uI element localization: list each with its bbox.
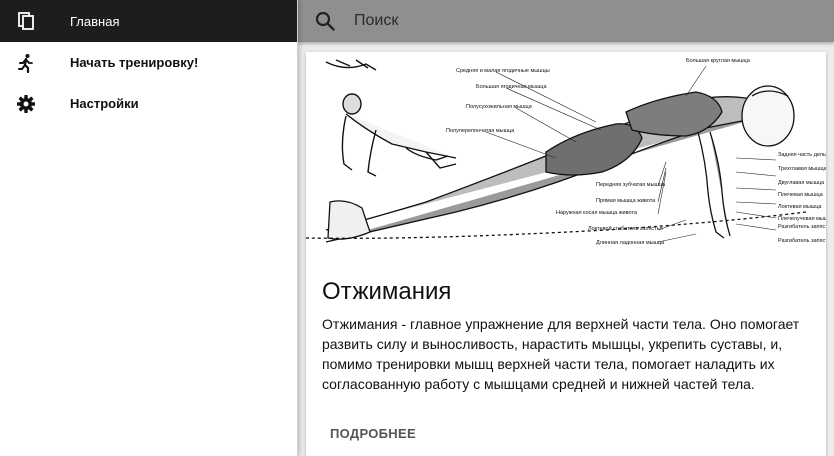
gear-icon — [16, 94, 36, 114]
anatomy-label: Средняя и малая ягодичные мышцы — [456, 68, 550, 74]
drawer-item-start-workout[interactable]: Начать тренировку! — [0, 42, 297, 83]
anatomy-label: Трехглавая мышца плеча — [778, 166, 826, 172]
search-bar — [298, 0, 834, 42]
exercise-anatomy-image: Большая круглая мышца Средняя и малая яго… — [306, 52, 826, 256]
anatomy-label: Полуперепончатая мышца — [446, 128, 515, 134]
drawer-item-settings[interactable]: Настройки — [0, 83, 297, 124]
anatomy-label: Прямая мышца живота — [596, 198, 656, 204]
anatomy-label: Большая ягодичная мышца — [476, 84, 547, 90]
anatomy-label: Плечелучевая мышца — [778, 216, 826, 222]
drawer-item-label: Начать тренировку! — [70, 55, 199, 70]
main-content: Большая круглая мышца Средняя и малая яго… — [298, 42, 834, 456]
drawer-item-label: Главная — [70, 13, 120, 29]
exercise-card: Большая круглая мышца Средняя и малая яго… — [306, 52, 826, 456]
anatomy-label: Разгибатель запястья лучевой — [778, 223, 826, 230]
copy-icon — [16, 11, 36, 31]
anatomy-label: Полусухожильная мышца — [466, 104, 533, 110]
app-root: Главная Начать тренировку! Настройки Пои… — [0, 0, 834, 456]
anatomy-label: Наружная косая мышца живота — [556, 210, 638, 216]
navigation-drawer: Главная Начать тренировку! Настройки — [0, 0, 298, 456]
anatomy-label: Локтевой сгибатель запястья — [588, 225, 663, 232]
drawer-item-home[interactable]: Главная — [0, 0, 297, 42]
running-person-icon — [16, 53, 36, 73]
anatomy-label: Передняя зубчатая мышца — [596, 182, 666, 188]
drawer-item-label: Настройки — [70, 96, 139, 111]
anatomy-label: Длинная ладонная мышца — [596, 240, 665, 246]
more-button[interactable]: ПОДРОБНЕЕ — [330, 426, 416, 441]
search-input[interactable] — [354, 12, 734, 30]
anatomy-label: Разгибатель запястья локтевой — [778, 237, 826, 244]
anatomy-label: Плечевая мышца — [778, 192, 824, 198]
search-icon[interactable] — [314, 10, 336, 32]
anatomy-label: Большая круглая мышца — [686, 58, 751, 64]
card-description: Отжимания - главное упражнение для верхн… — [322, 316, 800, 393]
anatomy-label: Двуглавая мышца плеча — [778, 180, 826, 186]
card-title: Отжимания — [322, 278, 452, 305]
anatomy-label: Задняя часть дельтовидной мышцы — [778, 151, 826, 158]
anatomy-label: Локтевая мышца — [778, 204, 822, 210]
